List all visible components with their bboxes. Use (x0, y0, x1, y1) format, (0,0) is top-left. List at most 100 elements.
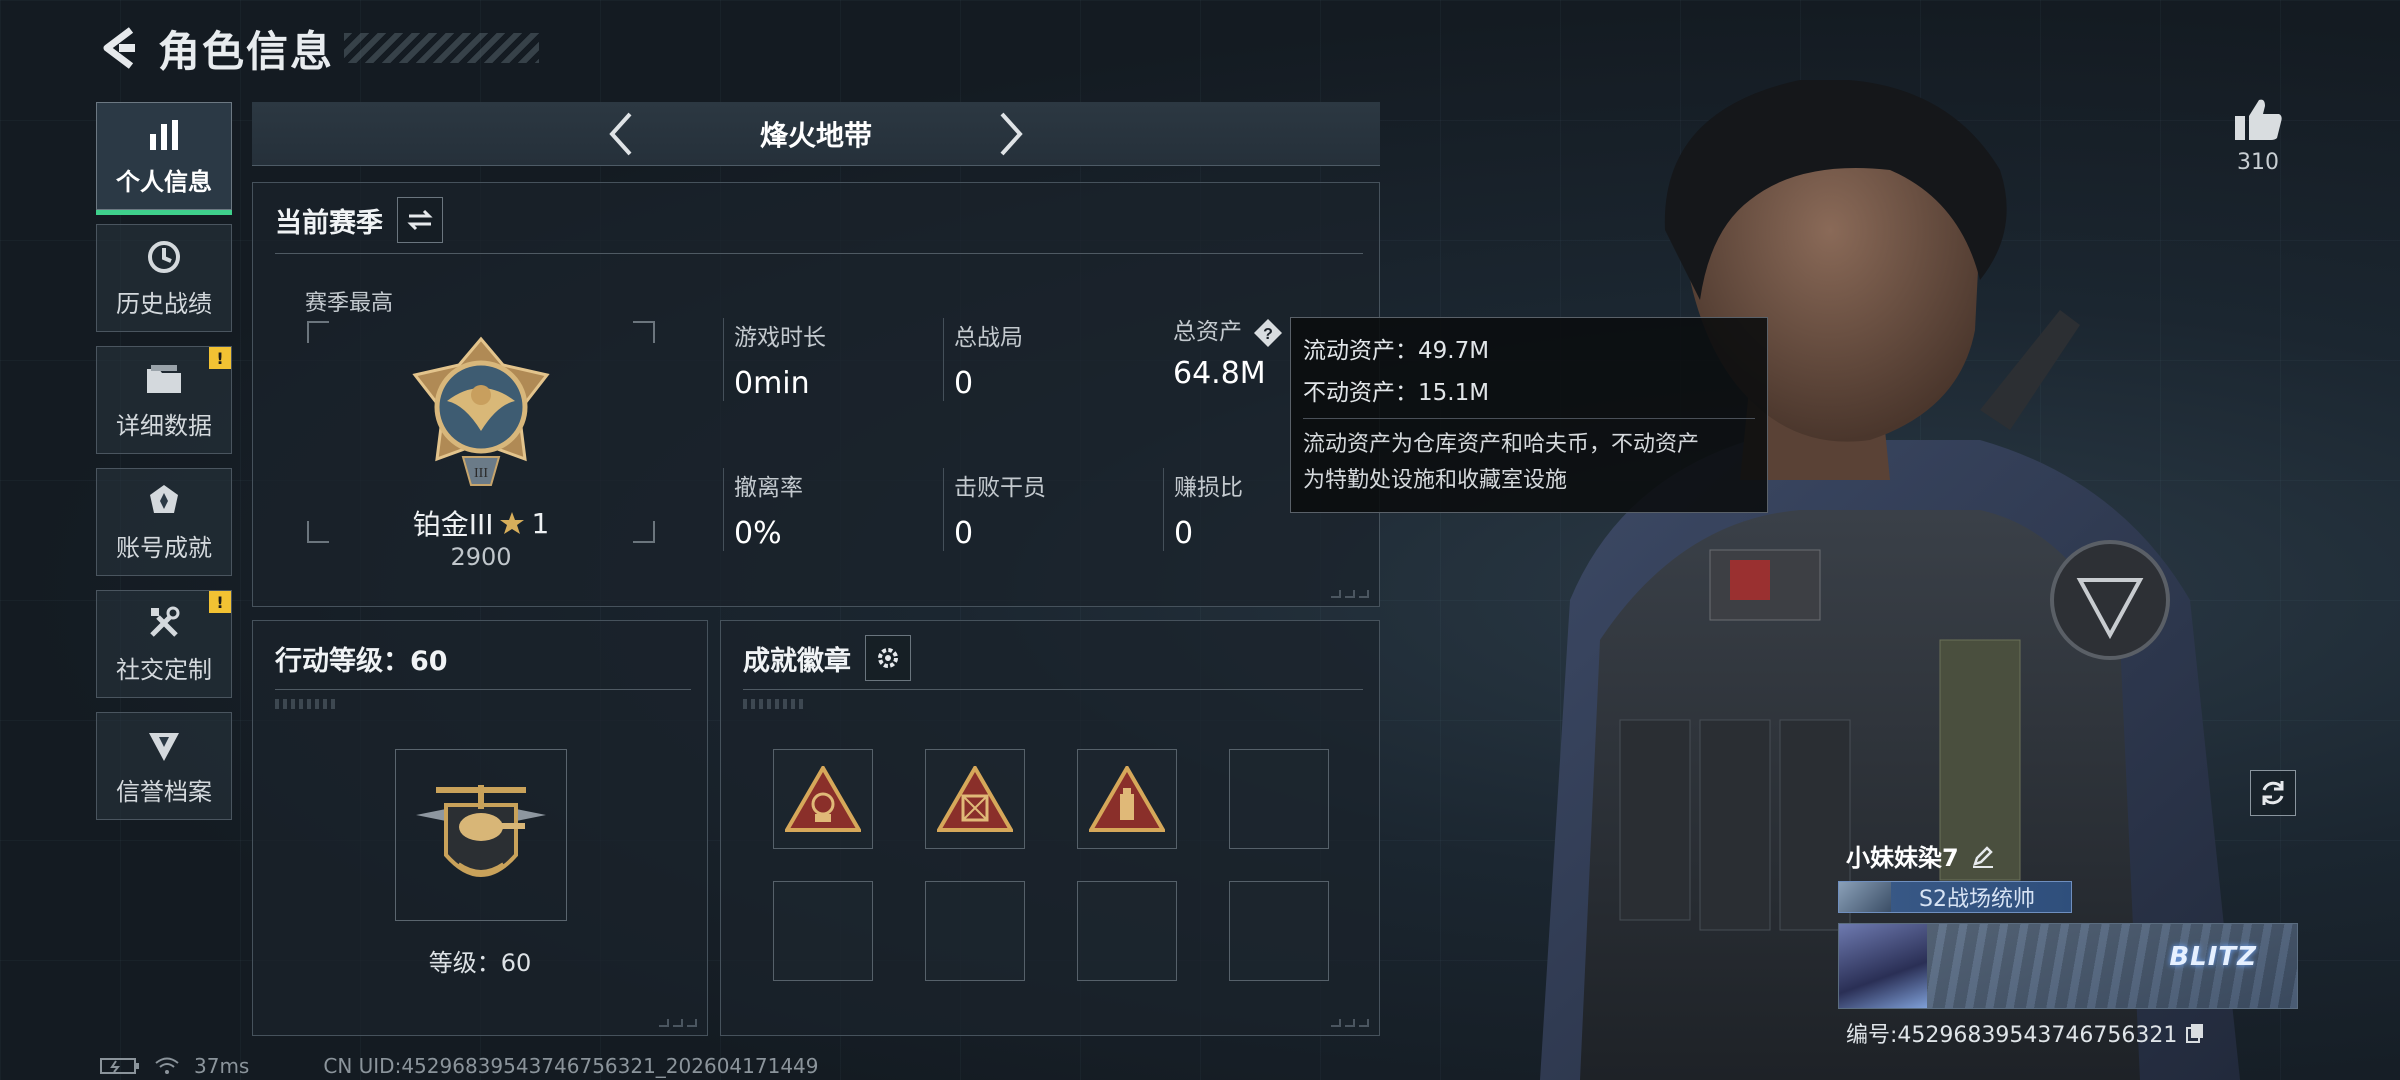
decor-stripe (743, 699, 803, 709)
refresh-icon (2262, 781, 2284, 805)
rank-name: 铂金III 1 (307, 503, 655, 543)
uid-text: CN UID:45296839543746756321_202604171449 (323, 1054, 819, 1078)
stat-value: 0% (734, 516, 782, 551)
next-mode-button[interactable] (981, 104, 1041, 164)
season-best-label: 赛季最高 (305, 291, 394, 316)
badge-slot-3[interactable] (1077, 749, 1177, 849)
rotate-character-button[interactable] (2250, 770, 2296, 816)
rank-medal-icon: III (412, 336, 550, 486)
sidebar-item-social[interactable]: ! 社交定制 (96, 590, 232, 698)
thumbs-up-icon (2235, 99, 2282, 140)
action-level-panel: 行动等级：60 等级：60 (252, 620, 708, 1036)
stat-label: 游戏时长 (734, 325, 826, 351)
badge-slot-2[interactable] (925, 749, 1025, 849)
mode-selector: 烽火地带 (252, 102, 1380, 166)
badge-slot-7[interactable] (1077, 881, 1177, 981)
sidebar-item-achievements[interactable]: 账号成就 (96, 468, 232, 576)
helicopter-emblem-icon (416, 785, 546, 877)
svg-text:III: III (474, 466, 488, 481)
badge-slot-8[interactable] (1229, 881, 1329, 981)
liquid-assets: 流动资产：49.7M (1303, 338, 1490, 364)
star-icon (500, 512, 525, 534)
player-name: 小妹妹染7 (1846, 844, 1959, 872)
edit-pencil-icon[interactable] (1971, 844, 1995, 868)
sidebar-item-personal-info[interactable]: 个人信息 (96, 102, 232, 215)
wifi-icon (155, 1057, 179, 1074)
stat-kills: 击败干员 0 (943, 468, 1153, 551)
player-id-row: 编号:45296839543746756321 (1846, 1017, 2300, 1049)
tools-icon (145, 604, 183, 642)
sidebar-item-label: 个人信息 (116, 167, 212, 196)
panel-decoration (1331, 590, 1369, 598)
avatar (1839, 924, 1927, 1008)
sidebar-item-detailed-data[interactable]: ! 详细数据 (96, 346, 232, 454)
badge-slot-5[interactable] (773, 881, 873, 981)
banner-logo: BLITZ (2169, 942, 2257, 972)
divider (275, 253, 1363, 254)
level-title: 行动等级：60 (275, 646, 448, 677)
stat-value: 0 (1174, 516, 1194, 551)
player-banner: BLITZ (1838, 923, 2298, 1009)
ping: 37ms (194, 1054, 250, 1078)
achievement-title: 成就徽章 (743, 645, 851, 677)
player-name-row: 小妹妹染7 (1846, 838, 2300, 873)
season-stats: 游戏时长 0min 总战局 0 总资产 ? 64.8M 撤离率 0% 击败干员 … (723, 318, 1363, 568)
sidebar-item-label: 详细数据 (116, 411, 212, 440)
sidebar-item-history[interactable]: 历史战绩 (96, 224, 232, 332)
divider (743, 689, 1363, 690)
header: 角色信息 (96, 18, 540, 78)
player-id: 编号:45296839543746756321 (1846, 1023, 2178, 1048)
swap-icon (407, 209, 433, 231)
like-count: 310 (2237, 150, 2279, 175)
fixed-assets: 不动资产：15.1M (1303, 380, 1490, 406)
stat-label: 总资产 (1173, 319, 1242, 345)
back-arrow-icon (103, 27, 135, 69)
help-icon[interactable]: ? (1253, 318, 1283, 348)
like-button[interactable]: 310 (2228, 96, 2288, 175)
stat-extract-rate: 撤离率 0% (723, 468, 933, 551)
stat-value: 0 (954, 516, 974, 551)
svg-text:?: ? (1263, 326, 1273, 343)
decor-stripe (275, 699, 335, 709)
stat-label: 总战局 (954, 325, 1023, 351)
achievement-settings-button[interactable] (865, 635, 911, 681)
sidebar-item-label: 社交定制 (116, 655, 212, 684)
prev-mode-button[interactable] (591, 104, 651, 164)
stat-label: 击败干员 (954, 475, 1046, 501)
gear-icon (878, 648, 898, 668)
stat-total-matches: 总战局 0 (943, 318, 1153, 401)
banner-art: BLITZ (1927, 924, 2297, 1008)
tooltip-description-2: 为特勤处设施和收藏室设施 (1303, 468, 1568, 493)
sidebar-item-reputation[interactable]: 信誉档案 (96, 712, 232, 820)
badge-slot-1[interactable] (773, 749, 873, 849)
panel-decoration (1331, 1019, 1369, 1027)
switch-season-button[interactable] (397, 197, 443, 243)
divider (275, 689, 691, 690)
player-title-badge: S2战场统帅 (1838, 881, 2072, 913)
copy-icon[interactable] (2185, 1022, 2205, 1044)
chevron-left-icon (609, 112, 632, 155)
back-button[interactable] (96, 25, 142, 71)
sidebar-item-label: 信誉档案 (116, 777, 212, 806)
season-title: 当前赛季 (275, 207, 383, 239)
rank-stars: 1 (531, 506, 550, 540)
badge-slot-6[interactable] (925, 881, 1025, 981)
panel-decoration (659, 1019, 697, 1027)
assets-tooltip: 流动资产：49.7M 不动资产：15.1M 流动资产为仓库资产和哈夫币，不动资产… (1290, 317, 1768, 513)
triangle-badge-icon (1089, 766, 1165, 832)
sidebar: 个人信息 历史战绩 ! 详细数据 账号成就 ! 社交定制 信誉档案 (96, 102, 234, 834)
alert-badge: ! (209, 347, 231, 369)
tooltip-description-1: 流动资产为仓库资产和哈夫币，不动资产 (1303, 432, 1700, 457)
folder-icon (145, 360, 183, 398)
triangle-badge-icon (937, 766, 1013, 832)
page-title: 角色信息 (158, 26, 335, 76)
mode-name: 烽火地带 (759, 118, 872, 152)
badge-slot-4[interactable] (1229, 749, 1329, 849)
sidebar-item-label: 历史战绩 (116, 289, 212, 318)
player-title: S2战场统帅 (1919, 887, 2035, 912)
bar-chart-icon (145, 116, 183, 154)
alert-badge: ! (209, 591, 231, 613)
stat-value: 0min (734, 366, 810, 401)
rank-name-text: 铂金III (412, 508, 494, 541)
title-decoration (344, 33, 540, 63)
